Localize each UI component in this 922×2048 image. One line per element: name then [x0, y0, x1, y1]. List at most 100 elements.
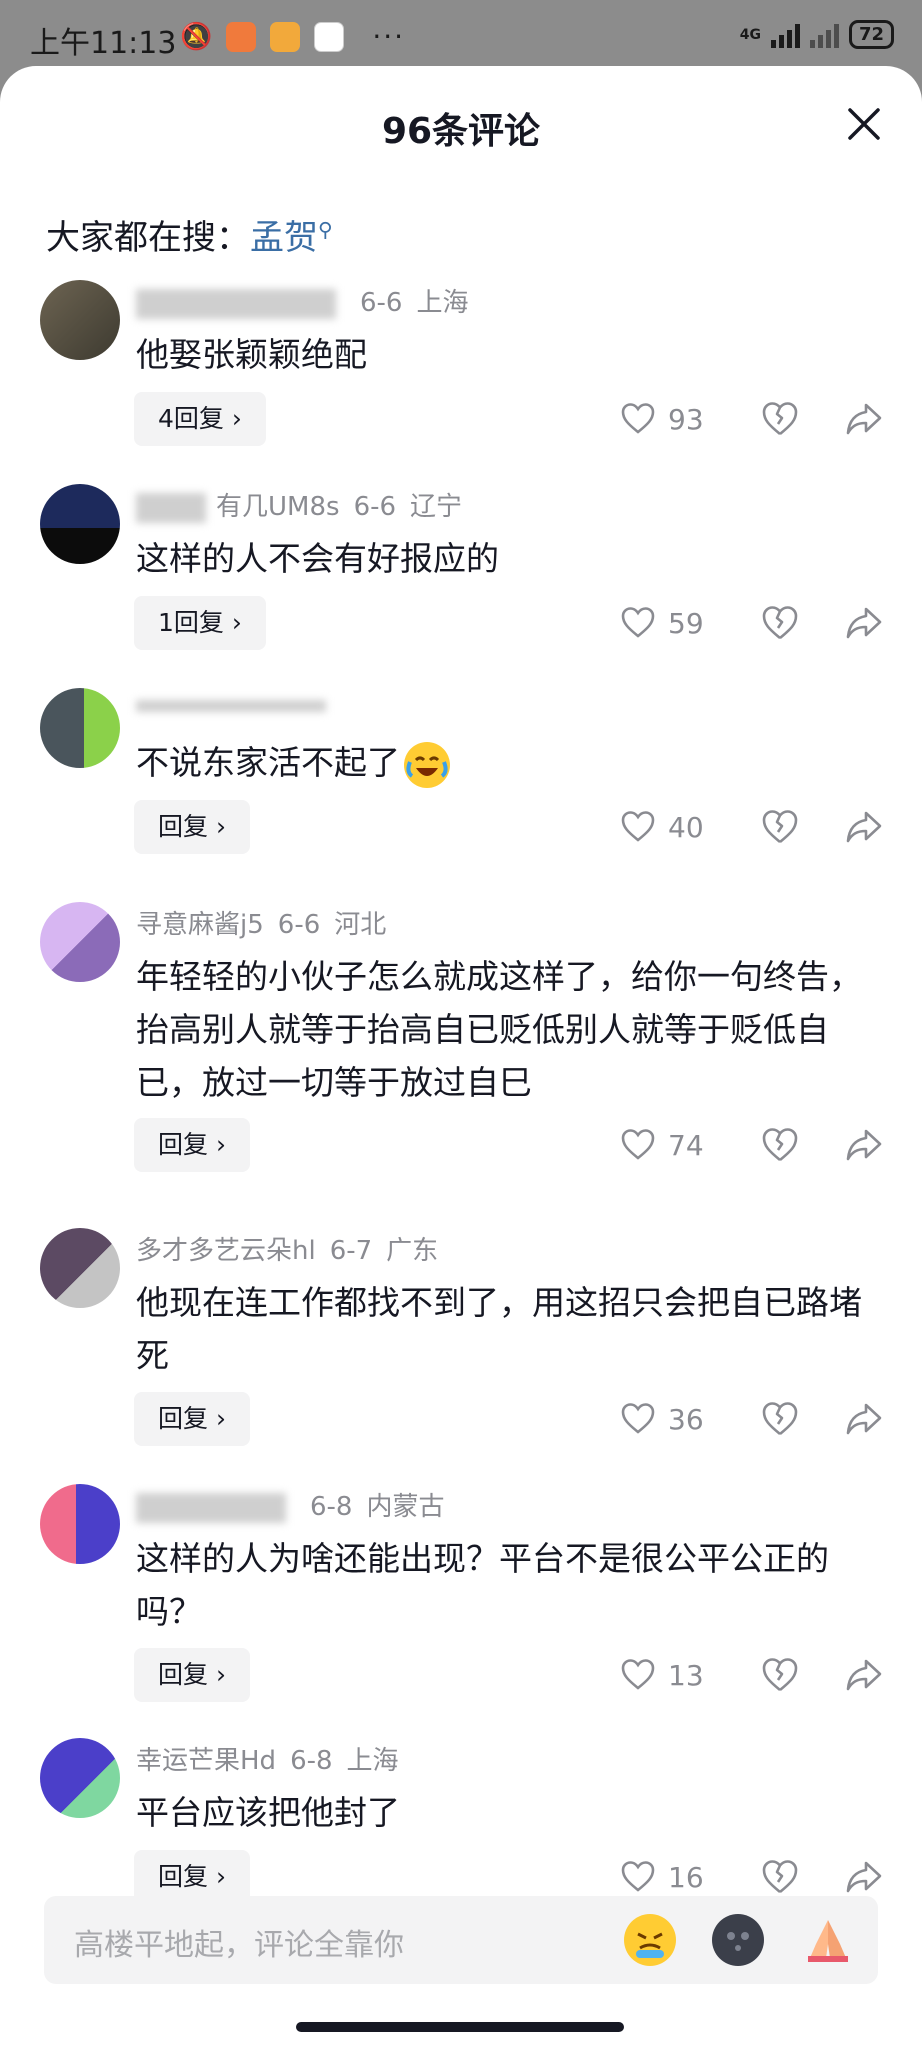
app-notification-icon: [314, 22, 345, 52]
like-count: 36: [668, 1402, 704, 1436]
comment-location: 辽宁: [410, 492, 463, 522]
comment-text: 这样的人为啥还能出现？平台不是很公平公正的吗？: [136, 1539, 829, 1631]
reply-button[interactable]: 回复 ›: [134, 1392, 250, 1446]
share-arrow-icon[interactable]: [844, 1399, 884, 1439]
like-button[interactable]: 74: [620, 1127, 760, 1163]
comment-meta: 有几UM8s 6-6 辽宁: [136, 486, 462, 523]
comment-date: 6-7: [329, 1236, 373, 1266]
status-notification-icons: 🔕 ···: [160, 22, 405, 52]
username-redacted: [136, 1492, 286, 1523]
sweat-emoji-icon[interactable]: [624, 1914, 676, 1966]
avatar[interactable]: [40, 1484, 120, 1564]
comment-date: 6-8: [290, 1746, 333, 1776]
comment-actions: 40: [620, 800, 884, 854]
like-button[interactable]: 36: [620, 1401, 760, 1437]
comment-meta: 幸运芒果Hd 6-8 上海: [136, 1740, 399, 1777]
comment-actions: 36: [620, 1392, 884, 1446]
avatar[interactable]: [40, 1738, 120, 1818]
reply-button[interactable]: 回复 ›: [134, 800, 250, 854]
battery-icon: 72: [848, 20, 894, 49]
comment-username[interactable]: 寻意麻酱j5: [136, 910, 264, 940]
comment-date: 6-6: [277, 910, 321, 940]
avatar[interactable]: [40, 902, 120, 982]
like-button[interactable]: 13: [620, 1657, 760, 1693]
mute-icon: 🔕: [180, 22, 213, 52]
heart-icon: [621, 1861, 655, 1892]
username-redacted: [136, 288, 336, 319]
comment-date: 6-6: [353, 492, 397, 522]
broken-heart-icon[interactable]: [760, 603, 800, 643]
signal-icon: [770, 22, 800, 48]
share-arrow-icon[interactable]: [844, 399, 884, 439]
comment-text: 不说东家活不起了: [136, 736, 866, 789]
comment-actions: 93: [620, 392, 884, 446]
broken-heart-icon[interactable]: [760, 1399, 800, 1439]
sheet-title: 96条评论: [381, 111, 541, 152]
like-count: 13: [668, 1658, 704, 1692]
comment-text: 这样的人不会有好报应的: [136, 539, 499, 578]
reply-button[interactable]: 4回复 ›: [134, 392, 266, 446]
share-arrow-icon[interactable]: [844, 1125, 884, 1165]
share-arrow-icon[interactable]: [844, 1857, 884, 1897]
comment-actions: 74: [620, 1118, 884, 1172]
moon-face-emoji-icon[interactable]: [712, 1914, 764, 1966]
broken-heart-icon[interactable]: [760, 1125, 800, 1165]
username-redacted: [136, 699, 326, 712]
laugh-cry-emoji-icon: [404, 741, 450, 788]
like-count: 59: [668, 606, 704, 640]
search-suggestion: 大家都在搜：孟贺⚲: [46, 210, 333, 259]
comment-meta: 寻意麻酱j5 6-6 河北: [136, 904, 386, 941]
comment-location: 上海: [346, 1746, 399, 1776]
like-count: 16: [668, 1860, 704, 1894]
network-label: 4G: [739, 26, 761, 43]
like-count: 93: [668, 402, 704, 436]
heart-icon: [621, 1659, 655, 1690]
comment-location: 内蒙古: [366, 1492, 445, 1522]
broken-heart-icon[interactable]: [760, 1655, 800, 1695]
heart-icon: [621, 1403, 655, 1434]
broken-heart-icon[interactable]: [760, 807, 800, 847]
heart-icon: [621, 403, 655, 434]
like-button[interactable]: 59: [620, 605, 760, 641]
like-button[interactable]: 93: [620, 401, 760, 437]
broken-heart-icon[interactable]: [760, 1857, 800, 1897]
share-arrow-icon[interactable]: [844, 603, 884, 643]
heart-icon: [621, 1129, 655, 1160]
avatar[interactable]: [40, 1228, 120, 1308]
comment-username[interactable]: 有几UM8s: [216, 492, 340, 522]
like-button[interactable]: 40: [620, 809, 760, 845]
status-time: 上午11:13: [30, 26, 177, 61]
comment-text-content: 不说东家活不起了: [136, 743, 400, 782]
praying-hands-emoji-icon[interactable]: [802, 1914, 854, 1966]
close-icon[interactable]: [844, 104, 884, 144]
reply-button[interactable]: 1回复 ›: [134, 596, 266, 650]
home-indicator[interactable]: [296, 2022, 624, 2032]
app-notification-icon: [270, 22, 301, 52]
comment-actions: 59: [620, 596, 884, 650]
share-arrow-icon[interactable]: [844, 807, 884, 847]
comment-location: 河北: [334, 910, 387, 940]
avatar[interactable]: [40, 484, 120, 564]
signal-icon: [809, 22, 839, 48]
search-prefix: 大家都在搜：: [46, 218, 250, 258]
search-keyword-link[interactable]: 孟贺: [250, 218, 318, 258]
reply-button[interactable]: 回复 ›: [134, 1118, 250, 1172]
avatar[interactable]: [40, 688, 120, 768]
comment-actions: 13: [620, 1648, 884, 1702]
share-arrow-icon[interactable]: [844, 1655, 884, 1695]
comment-username[interactable]: 幸运芒果Hd: [136, 1746, 276, 1776]
app-notification-icon: [226, 22, 257, 52]
comment-date: 6-6: [360, 288, 403, 318]
comment-meta: 6-8 内蒙古: [136, 1486, 444, 1523]
comment-input[interactable]: 高楼平地起，评论全靠你: [44, 1896, 878, 1984]
broken-heart-icon[interactable]: [760, 399, 800, 439]
comment-username[interactable]: 多才多艺云朵hl: [136, 1236, 316, 1266]
comment-text: 平台应该把他封了: [136, 1793, 400, 1832]
comment-date: 6-8: [310, 1492, 353, 1522]
avatar[interactable]: [40, 280, 120, 360]
heart-icon: [621, 811, 655, 842]
comment-sheet: 96条评论 大家都在搜：孟贺⚲ 6-6 上海 他娶张颖颖绝配 4回复 › 93 有…: [0, 66, 922, 2048]
like-count: 74: [668, 1128, 704, 1162]
reply-button[interactable]: 回复 ›: [134, 1648, 250, 1702]
like-button[interactable]: 16: [620, 1859, 760, 1895]
